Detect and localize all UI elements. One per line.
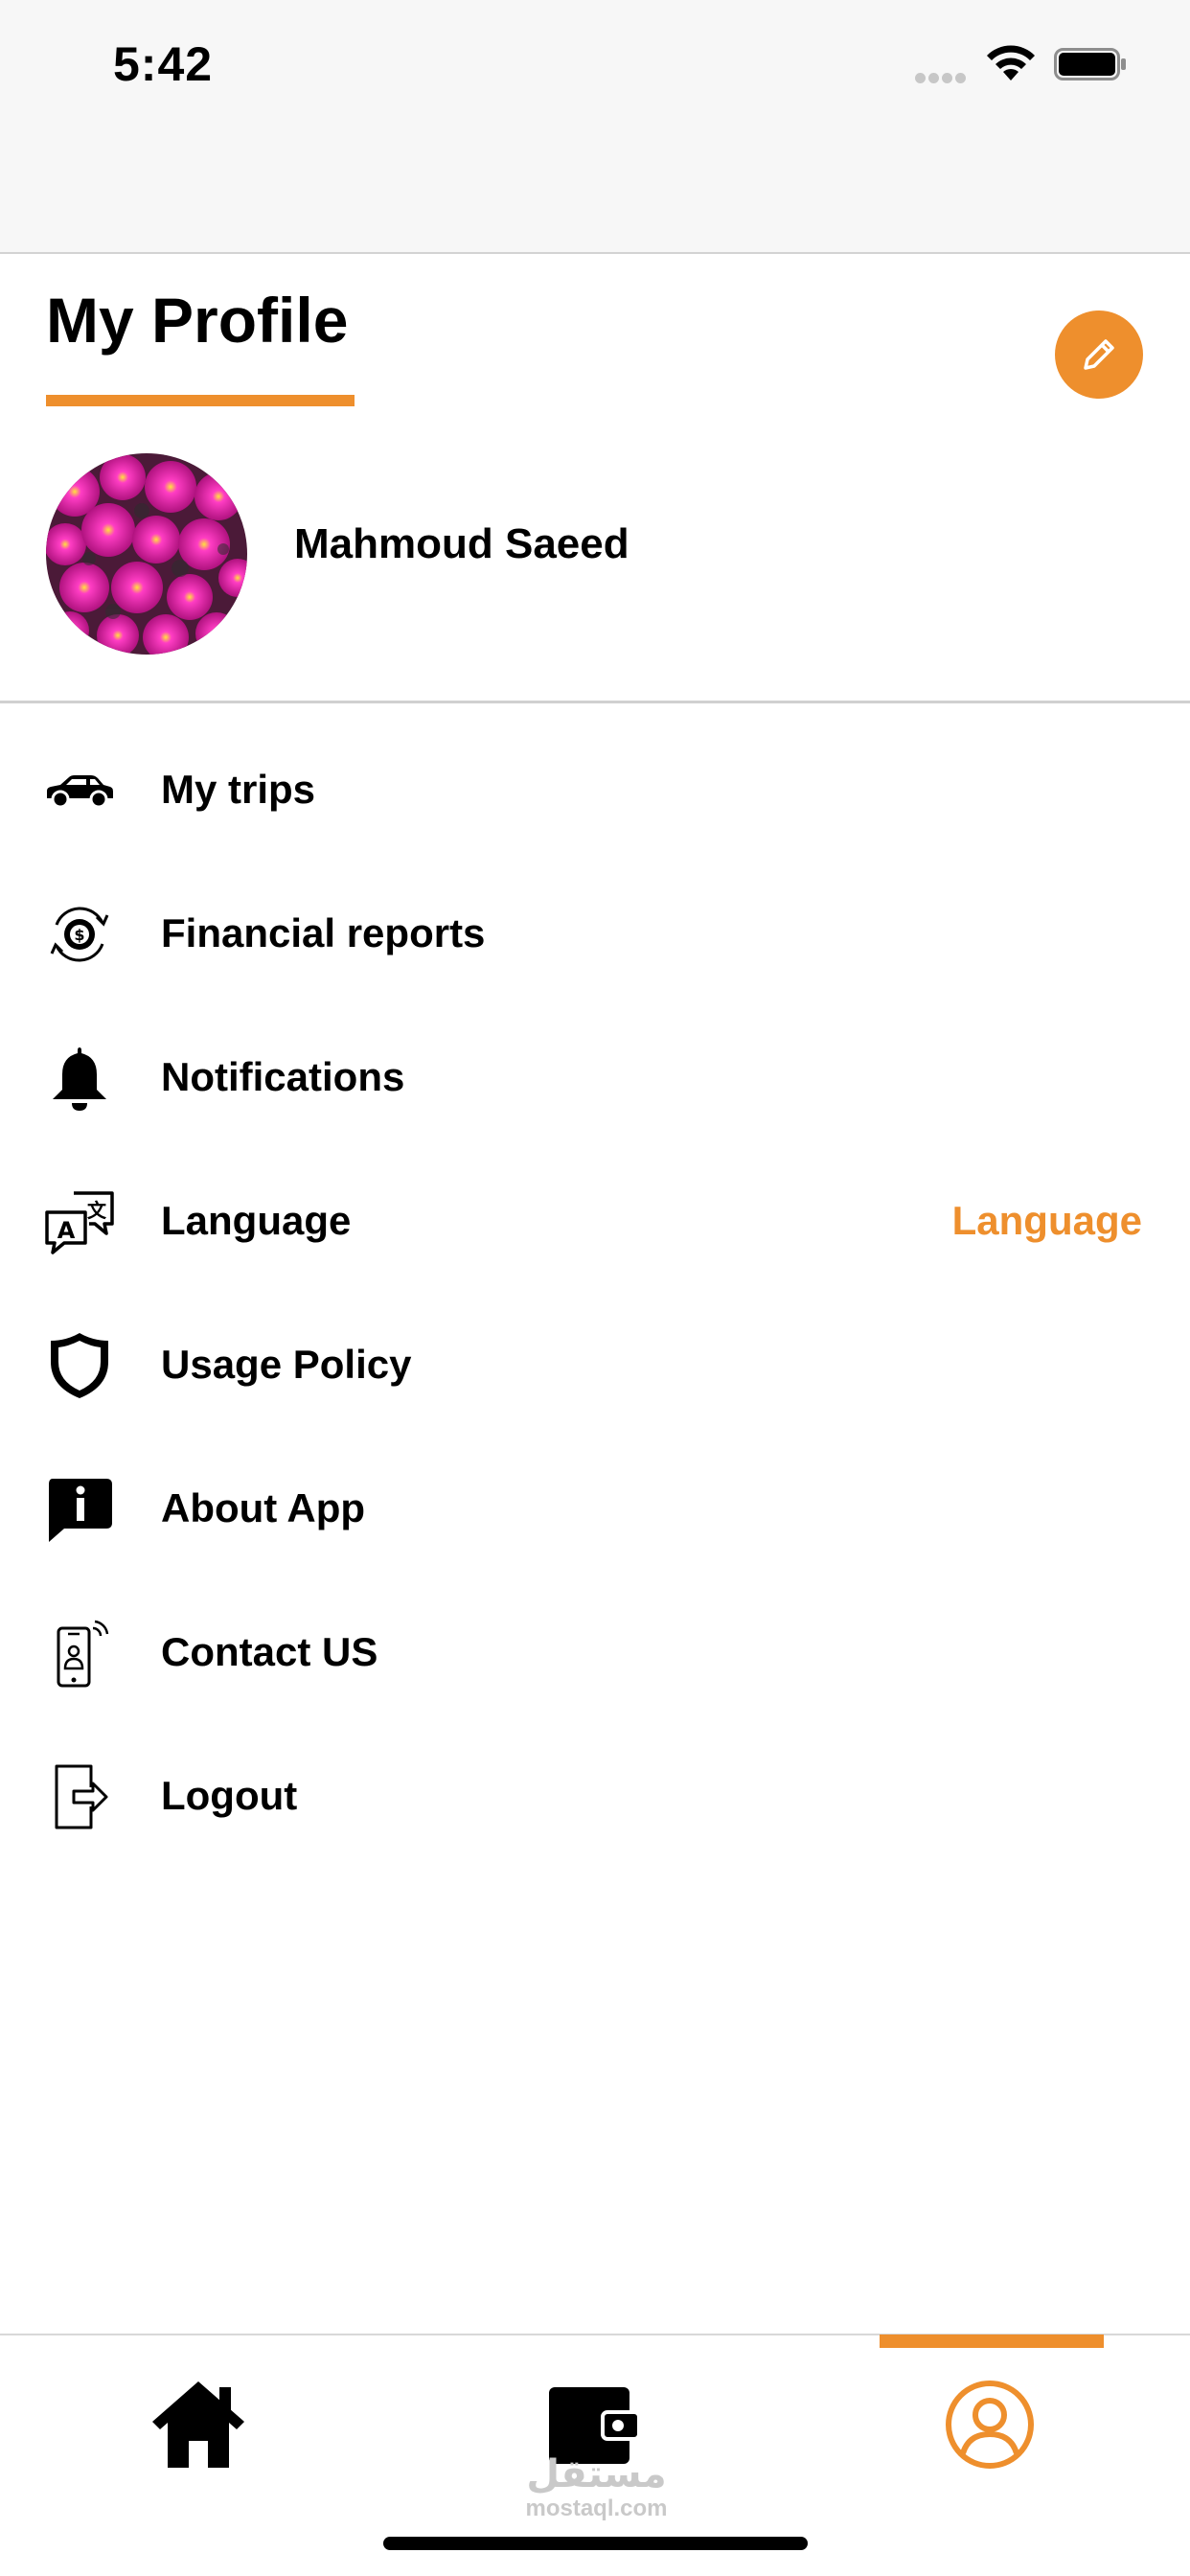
bell-icon bbox=[40, 1040, 119, 1116]
status-bar: 5:42 bbox=[0, 0, 1190, 254]
dollar-cycle-icon: $ bbox=[40, 896, 119, 973]
logout-icon bbox=[40, 1759, 119, 1835]
shield-icon bbox=[40, 1327, 119, 1404]
menu-item-language[interactable]: A 文 Language Language bbox=[0, 1160, 1190, 1284]
tab-home[interactable] bbox=[146, 2372, 251, 2477]
watermark: مستقل mostaql.com bbox=[513, 2453, 680, 2522]
status-time: 5:42 bbox=[113, 37, 214, 91]
svg-text:文: 文 bbox=[87, 1199, 107, 1222]
phone-contact-icon bbox=[40, 1615, 119, 1691]
menu-item-notifications[interactable]: Notifications bbox=[0, 1016, 1190, 1140]
menu-label: Logout bbox=[161, 1773, 298, 1818]
info-chat-icon bbox=[40, 1471, 119, 1548]
edit-profile-button[interactable] bbox=[1055, 310, 1143, 399]
avatar[interactable] bbox=[46, 453, 247, 655]
watermark-latin: mostaql.com bbox=[525, 2496, 668, 2521]
page-title: My Profile bbox=[46, 285, 349, 356]
svg-text:$: $ bbox=[74, 926, 84, 944]
menu-label: My trips bbox=[161, 767, 316, 812]
watermark-arabic: مستقل bbox=[526, 2452, 667, 2496]
menu-item-about-app[interactable]: About App bbox=[0, 1447, 1190, 1572]
pencil-icon bbox=[1084, 339, 1114, 370]
menu-item-financial-reports[interactable]: $ Financial reports bbox=[0, 872, 1190, 997]
menu-item-my-trips[interactable]: My trips bbox=[0, 728, 1190, 853]
signal-dots-icon bbox=[915, 71, 971, 83]
menu-item-usage-policy[interactable]: Usage Policy bbox=[0, 1303, 1190, 1428]
menu-label: Notifications bbox=[161, 1054, 405, 1099]
language-value[interactable]: Language bbox=[952, 1198, 1142, 1244]
menu-label: Usage Policy bbox=[161, 1342, 412, 1387]
translate-icon: A 文 bbox=[40, 1184, 119, 1260]
car-icon bbox=[40, 752, 119, 829]
title-underline bbox=[46, 395, 355, 406]
home-indicator[interactable] bbox=[383, 2537, 808, 2550]
wifi-icon bbox=[987, 45, 1035, 80]
user-name: Mahmoud Saeed bbox=[294, 520, 629, 567]
menu-item-contact-us[interactable]: Contact US bbox=[0, 1591, 1190, 1715]
menu-label: Language bbox=[161, 1198, 352, 1243]
menu-label: Contact US bbox=[161, 1629, 378, 1674]
menu-item-logout[interactable]: Logout bbox=[0, 1735, 1190, 1859]
divider bbox=[0, 701, 1190, 703]
tab-profile[interactable] bbox=[937, 2372, 1042, 2477]
user-circle-icon bbox=[946, 2380, 1034, 2469]
active-tab-indicator bbox=[880, 2334, 1104, 2348]
svg-text:A: A bbox=[57, 1217, 76, 1244]
menu-label: Financial reports bbox=[161, 910, 486, 955]
menu-label: About App bbox=[161, 1485, 366, 1530]
home-icon bbox=[152, 2381, 244, 2468]
battery-icon bbox=[1054, 48, 1126, 80]
